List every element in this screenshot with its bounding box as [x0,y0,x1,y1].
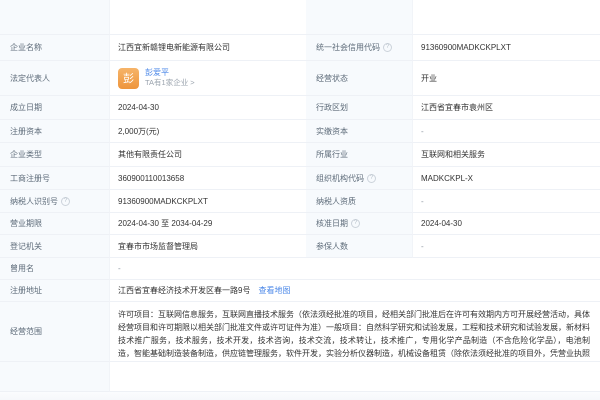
table-row: 注册地址 江西省宜春经济技术开发区春一路9号 查看地图 [0,280,600,302]
value-business-scope: 许可项目：互联网信息服务，互联网直播技术服务（依法须经批准的项目，经相关部门批准… [110,302,600,362]
empty-value-cell [413,0,600,35]
label-insured-count: 参保人数 [306,235,413,258]
value-org-code: MADKCKPL-X [413,167,600,190]
company-info-table: 企业名称 江西宜新赣锂电新能源有限公司 统一社会信用代码 ? 91360900M… [0,0,600,400]
label-industry: 所属行业 [306,143,413,167]
label-approval-date: 核准日期 ? [306,213,413,235]
value-former-name: - [110,258,600,280]
label-taxpayer-qualification: 纳税人资质 [306,190,413,213]
legal-rep-name-link[interactable]: 彭爱平 [145,68,195,78]
label-credit-code-text: 统一社会信用代码 [316,42,380,53]
value-district: 江西省宜春市袁州区 [413,96,600,120]
value-taxpayer-id: 91360900MADKCKPLXT [110,190,306,213]
table-row: 企业类型 其他有限责任公司 所属行业 互联网和相关服务 [0,143,600,167]
value-reg-address: 江西省宜春经济技术开发区春一路9号 查看地图 [110,280,600,302]
label-registration-authority: 登记机关 [0,235,110,258]
empty-value-cell [110,362,600,392]
empty-value-cell [110,0,306,35]
label-taxpayer-id-text: 纳税人识别号 [10,196,58,207]
legal-rep-companies-link[interactable]: TA有1家企业> [145,78,195,87]
table-row: 经营范围 许可项目：互联网信息服务，互联网直播技术服务（依法须经批准的项目，经相… [0,302,600,362]
empty-label-cell [0,362,110,392]
help-icon[interactable]: ? [61,197,70,206]
table-row: 成立日期 2024-04-30 行政区划 江西省宜春市袁州区 [0,96,600,120]
value-company-name: 江西宜新赣锂电新能源有限公司 [110,35,306,61]
view-map-link[interactable]: 查看地图 [258,285,290,296]
value-paid-capital: - [413,120,600,143]
table-row: 曾用名 - [0,258,600,280]
label-reg-number: 工商注册号 [0,167,110,190]
label-business-scope: 经营范围 [0,302,110,362]
empty-label-cell [306,0,413,35]
value-registration-authority: 宜春市市场监督管理局 [110,235,306,258]
label-org-code: 组织机构代码 ? [306,167,413,190]
label-status: 经营状态 [306,61,413,96]
table-row: 工商注册号 360900110013658 组织机构代码 ? MADKCKPL-… [0,167,600,190]
value-approval-date: 2024-04-30 [413,213,600,235]
value-status: 开业 [413,61,600,96]
help-icon[interactable]: ? [351,219,360,228]
legal-rep-card: 彭 彭爱平 TA有1家企业> [118,68,195,89]
table-row: 法定代表人 彭 彭爱平 TA有1家企业> 经营状态 开业 [0,61,600,96]
label-business-term: 营业期限 [0,213,110,235]
label-taxpayer-id: 纳税人识别号 ? [0,190,110,213]
label-company-name: 企业名称 [0,35,110,61]
value-insured-count: - [413,235,600,258]
label-approval-date-text: 核准日期 [316,218,348,229]
bottom-cutoff-strip [0,392,600,400]
label-company-type: 企业类型 [0,143,110,167]
table-row-partial-bottom [0,362,600,392]
value-reg-capital: 2,000万(元) [110,120,306,143]
table-row: 企业名称 江西宜新赣锂电新能源有限公司 统一社会信用代码 ? 91360900M… [0,35,600,61]
table-row: 纳税人识别号 ? 91360900MADKCKPLXT 纳税人资质 - [0,190,600,213]
value-taxpayer-qualification: - [413,190,600,213]
value-business-term: 2024-04-30 至 2034-04-29 [110,213,306,235]
label-establish-date: 成立日期 [0,96,110,120]
label-credit-code: 统一社会信用代码 ? [306,35,413,61]
label-paid-capital: 实缴资本 [306,120,413,143]
table-row: 注册资本 2,000万(元) 实缴资本 - [0,120,600,143]
legal-rep-lines: 彭爱平 TA有1家企业> [145,68,195,87]
legal-rep-sub-text: TA有1家企业 [145,78,188,87]
chevron-right-icon: > [190,78,194,87]
value-company-type: 其他有限责任公司 [110,143,306,167]
value-establish-date: 2024-04-30 [110,96,306,120]
label-district: 行政区划 [306,96,413,120]
legal-rep-avatar[interactable]: 彭 [118,68,139,89]
table-row-partial-top [0,0,600,35]
empty-label-cell [0,0,110,35]
label-legal-rep: 法定代表人 [0,61,110,96]
reg-address-text: 江西省宜春经济技术开发区春一路9号 [118,285,250,296]
value-industry: 互联网和相关服务 [413,143,600,167]
table-row: 登记机关 宜春市市场监督管理局 参保人数 - [0,235,600,258]
value-legal-rep: 彭 彭爱平 TA有1家企业> [110,61,306,96]
help-icon[interactable]: ? [383,43,392,52]
table-row: 营业期限 2024-04-30 至 2034-04-29 核准日期 ? 2024… [0,213,600,235]
help-icon[interactable]: ? [367,174,376,183]
label-org-code-text: 组织机构代码 [316,173,364,184]
label-reg-capital: 注册资本 [0,120,110,143]
label-former-name: 曾用名 [0,258,110,280]
value-reg-number: 360900110013658 [110,167,306,190]
label-reg-address: 注册地址 [0,280,110,302]
value-credit-code: 91360900MADKCKPLXT [413,35,600,61]
